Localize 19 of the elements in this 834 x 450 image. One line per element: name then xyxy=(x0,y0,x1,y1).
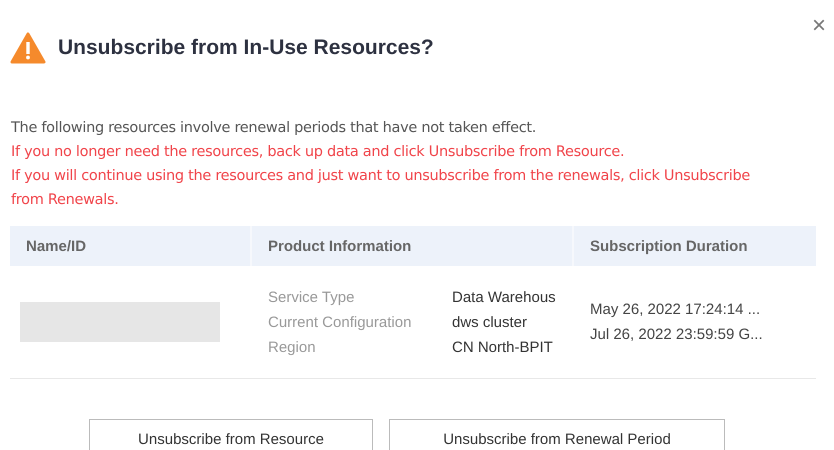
unsubscribe-button[interactable]: Unsubscribe from Renewal Period xyxy=(389,419,725,450)
info-text: The following resources involve renewal periods that have not taken effect. xyxy=(11,119,538,138)
date-text: May 26, 2022 17:24:14 ... xyxy=(590,300,762,320)
date-text: Jul 26, 2022 23:59:59 G... xyxy=(590,325,764,345)
info-label: Region xyxy=(268,338,317,358)
warning-icon xyxy=(10,32,46,64)
column-header: Name/ID xyxy=(10,226,252,266)
warning-text: If you no longer need the resources, back up data and click Unsubscribe from Resource. xyxy=(11,143,626,162)
info-value: dws cluster xyxy=(452,312,528,332)
dialog-title: Unsubscribe from In-Use Resources? xyxy=(58,36,434,60)
unsubscribe-button[interactable]: Unsubscribe from Resource xyxy=(89,419,373,450)
info-label: Current Configuration xyxy=(268,312,412,332)
info-label: Service Type xyxy=(268,288,356,308)
warning-text: If you will continue using the resources and just want to unsubscribe from the renewals, click Unsubscribe from Renewals. xyxy=(11,167,752,210)
info-value: Data Warehous xyxy=(452,288,557,308)
info-value: CN North-BPIT xyxy=(452,338,554,358)
column-header: Product Information xyxy=(252,226,574,266)
close-button[interactable]: × xyxy=(806,14,832,38)
column-header: Subscription Duration xyxy=(589,236,748,256)
